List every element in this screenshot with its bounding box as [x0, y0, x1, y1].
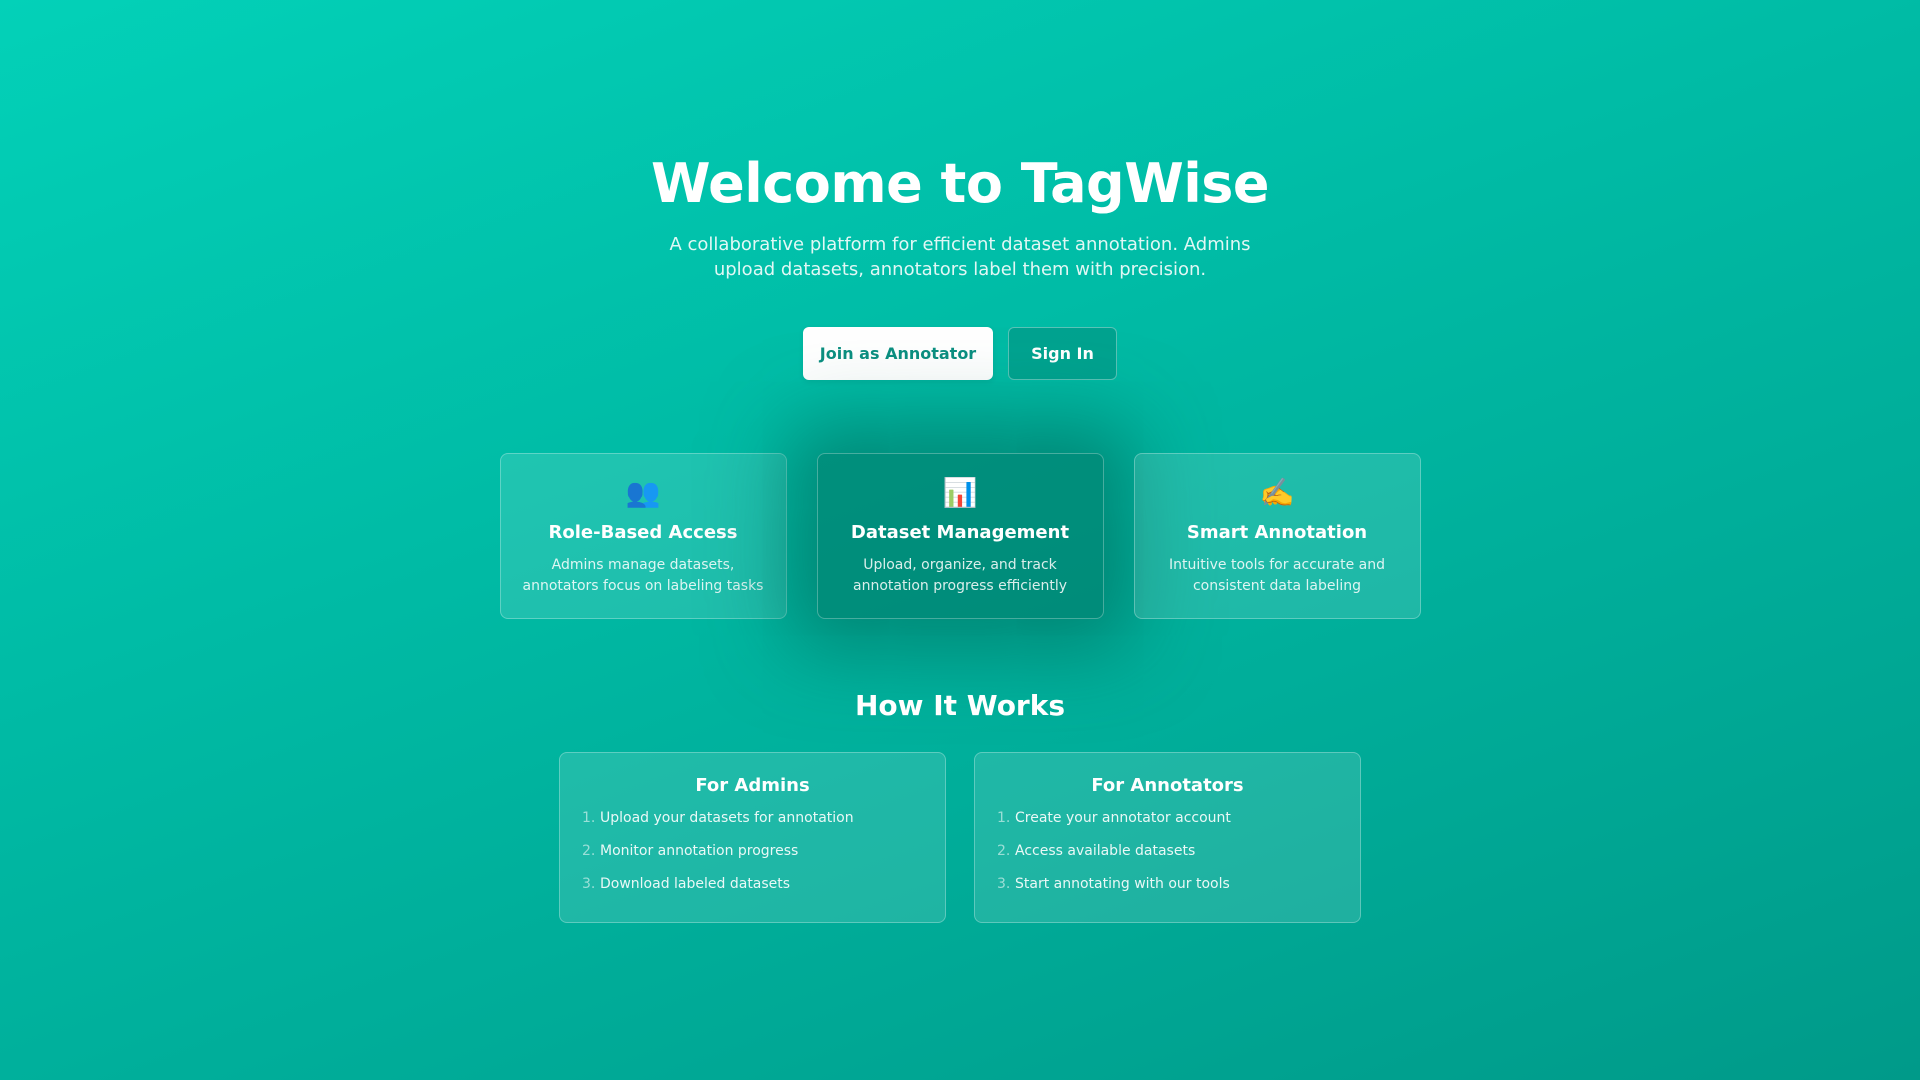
- feature-cards: 👥 Role-Based Access Admins manage datase…: [0, 453, 1920, 619]
- feature-title: Dataset Management: [850, 522, 1070, 543]
- landing-page: Welcome to TagWise A collaborative platf…: [0, 0, 1920, 1080]
- how-it-works-cards: For Admins 1. Upload your datasets for a…: [0, 752, 1920, 923]
- hero-subtitle: A collaborative platform for efficient d…: [669, 234, 1251, 280]
- feature-description: Intuitive tools for accurate and consist…: [1168, 557, 1385, 594]
- list-item: 3. Download labeled datasets: [582, 874, 923, 907]
- feature-title: Role-Based Access: [548, 522, 738, 543]
- feature-description: Admins manage datasets, annotators focus…: [522, 557, 764, 594]
- page-title: Welcome to TagWise: [650, 152, 1270, 215]
- join-as-annotator-button[interactable]: Join as Annotator: [803, 327, 993, 380]
- users-icon: 👥: [625, 476, 661, 509]
- step-number: 3.: [582, 876, 596, 892]
- step-number: 1.: [997, 810, 1011, 826]
- feature-description: Upload, organize, and track annotation p…: [853, 557, 1067, 594]
- list-item: 1. Upload your datasets for annotation: [582, 808, 923, 841]
- list-item: 3. Start annotating with our tools: [997, 874, 1338, 907]
- hero-section: Welcome to TagWise A collaborative platf…: [0, 150, 1920, 282]
- step-text: Create your annotator account: [1015, 810, 1231, 826]
- cta-buttons: Join as Annotator Sign In: [0, 327, 1920, 380]
- how-it-works-heading: How It Works: [854, 689, 1066, 722]
- writing-hand-icon: ✍️: [1259, 476, 1295, 509]
- list-item: 1. Create your annotator account: [997, 808, 1338, 841]
- annotators-steps-card: For Annotators 1. Create your annotator …: [974, 752, 1361, 923]
- step-text: Upload your datasets for annotation: [600, 810, 854, 826]
- feature-card-dataset-management: 📊 Dataset Management Upload, organize, a…: [816, 453, 1104, 619]
- annotators-steps-title: For Annotators: [1091, 775, 1244, 796]
- feature-card-role-based-access: 👥 Role-Based Access Admins manage datase…: [499, 453, 787, 619]
- step-number: 2.: [997, 843, 1011, 859]
- step-text: Access available datasets: [1015, 843, 1196, 859]
- admins-step-list: 1. Upload your datasets for annotation 2…: [582, 808, 923, 907]
- admins-steps-card: For Admins 1. Upload your datasets for a…: [559, 752, 946, 923]
- bar-chart-icon: 📊: [942, 476, 978, 509]
- sign-in-button[interactable]: Sign In: [1008, 327, 1117, 380]
- annotators-step-list: 1. Create your annotator account 2. Acce…: [997, 808, 1338, 907]
- step-number: 3.: [997, 876, 1011, 892]
- step-text: Monitor annotation progress: [600, 843, 799, 859]
- list-item: 2. Monitor annotation progress: [582, 841, 923, 874]
- feature-card-smart-annotation: ✍️ Smart Annotation Intuitive tools for …: [1133, 453, 1421, 619]
- step-number: 2.: [582, 843, 596, 859]
- feature-title: Smart Annotation: [1186, 522, 1368, 543]
- step-text: Download labeled datasets: [600, 876, 791, 892]
- step-number: 1.: [582, 810, 596, 826]
- list-item: 2. Access available datasets: [997, 841, 1338, 874]
- step-text: Start annotating with our tools: [1015, 876, 1230, 892]
- admins-steps-title: For Admins: [695, 775, 810, 796]
